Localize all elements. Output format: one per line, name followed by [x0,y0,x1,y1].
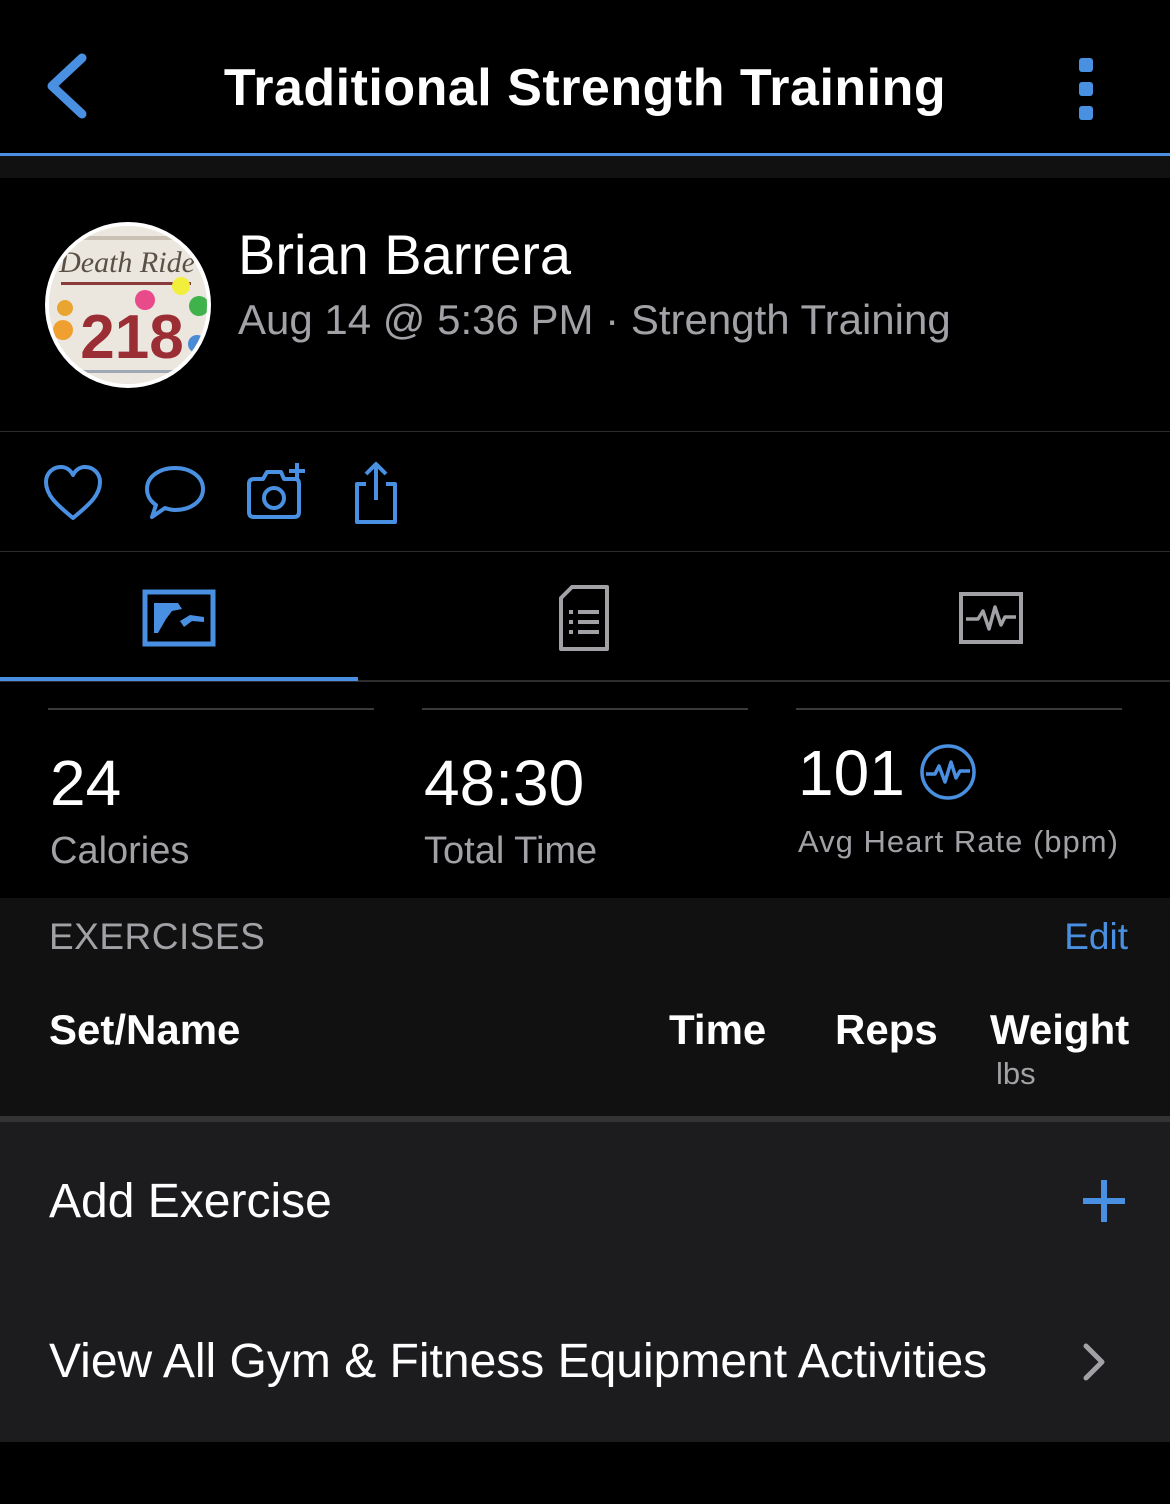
document-icon [559,585,609,651]
stat-value: 48:30 [424,747,585,819]
heart-icon [44,465,102,520]
add-exercise-row[interactable]: Add Exercise [0,1122,1170,1282]
stats-tab-icon [142,589,216,647]
activity-meta: Aug 14 @ 5:36 PM · Strength Training [238,296,951,343]
exercise-actions-list: Add Exercise View All Gym & Fitness Equi… [0,1122,1170,1442]
stat-label: Total Time [424,830,598,872]
share-icon [355,462,397,524]
avatar[interactable]: Death Ride 218 [45,222,211,388]
nav-bar: Traditional Strength Training [0,0,1170,156]
add-photo-button[interactable] [243,460,309,526]
action-row [0,432,1170,552]
stat-calories: 24 Calories [48,708,374,888]
stat-label: Calories [50,830,190,872]
more-options-button[interactable] [1070,54,1104,120]
more-dot-icon [1079,58,1093,72]
avatar-title-text: Death Ride [58,246,195,279]
stat-total-time: 48:30 Total Time [422,708,748,888]
add-exercise-label: Add Exercise [49,1175,332,1228]
stat-label: Avg Heart Rate (bpm) [798,824,1119,859]
chart-icon [959,592,1023,644]
activity-profile: Death Ride 218 Brian Barrera Aug 14 @ 5:… [0,178,1170,432]
summary-stats: 24 Calories 48:30 Total Time 101 Avg Hea… [0,684,1170,898]
column-header-weight: Weight [990,1006,1130,1053]
column-header-time: Time [669,1006,767,1053]
plus-icon [1083,1180,1125,1222]
view-all-label: View All Gym & Fitness Equipment Activit… [49,1335,988,1388]
tab-details[interactable] [358,552,812,682]
user-name[interactable]: Brian Barrera [238,222,571,287]
tab-stats[interactable] [0,552,358,682]
like-button[interactable] [40,460,106,526]
activity-tabs [0,552,1170,682]
section-title: EXERCISES [49,916,266,957]
stat-avg-heart-rate: 101 Avg Heart Rate (bpm) [796,708,1122,888]
exercises-section: EXERCISES Edit Set/Name Time Reps Weight… [0,898,1170,1120]
more-dot-icon [1079,106,1093,120]
share-button[interactable] [344,460,410,526]
heart-rate-icon [920,744,976,800]
edit-button[interactable]: Edit [1064,916,1128,958]
tab-charts[interactable] [812,552,1170,682]
chevron-right-icon [1083,1343,1105,1381]
avatar-image: Death Ride 218 [49,226,207,384]
stat-value: 24 [50,747,122,819]
more-dot-icon [1079,82,1093,96]
page-title: Traditional Strength Training [223,59,947,117]
header-separator [0,156,1170,178]
avatar-number-text: 218 [80,303,183,372]
weight-unit: lbs [996,1056,1036,1091]
active-tab-indicator [0,677,358,681]
comment-icon [145,466,205,519]
column-header-set-name: Set/Name [49,1006,241,1053]
camera-plus-icon [247,463,305,519]
stat-value: 101 [798,737,905,809]
comment-button[interactable] [142,460,208,526]
column-header-reps: Reps [835,1006,938,1053]
view-all-activities-row[interactable]: View All Gym & Fitness Equipment Activit… [0,1282,1170,1442]
